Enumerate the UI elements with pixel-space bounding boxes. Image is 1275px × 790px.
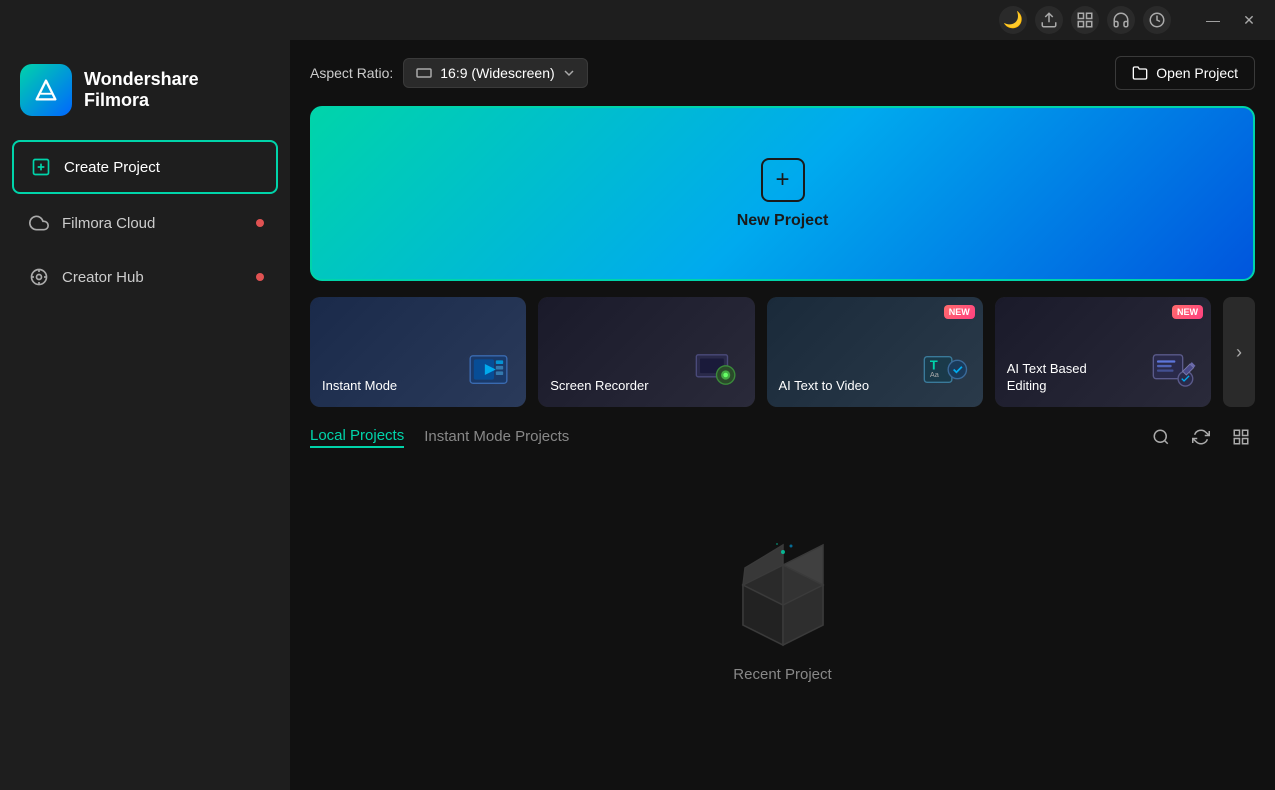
open-project-button[interactable]: Open Project [1115, 56, 1255, 90]
content-area: Aspect Ratio: 16:9 (Widescreen) Open Pro… [290, 40, 1275, 790]
aspect-ratio-label: Aspect Ratio: [310, 65, 393, 81]
projects-header: Local Projects Instant Mode Projects [290, 423, 1275, 463]
aspect-ratio-value: 16:9 (Widescreen) [440, 65, 554, 81]
new-project-label: New Project [737, 212, 829, 230]
projects-tabs: Local Projects Instant Mode Projects [310, 427, 569, 448]
logo-name: Wondershare [84, 69, 199, 90]
minimize-button[interactable]: — [1199, 6, 1227, 34]
cloud-icon [28, 212, 50, 234]
ai-text-to-video-label: AI Text to Video [779, 378, 870, 395]
headset-icon[interactable] [1107, 6, 1135, 34]
screen-recorder-card[interactable]: Screen Recorder [538, 297, 754, 407]
new-project-banner[interactable]: + New Project [310, 106, 1255, 281]
logo-icon [20, 64, 72, 116]
svg-text:Aa: Aa [930, 369, 940, 378]
empty-state: Recent Project [290, 463, 1275, 790]
new-project-plus-icon: + [761, 158, 805, 202]
ai-text-based-editing-card[interactable]: NEW AI Text Based Editing [995, 297, 1211, 407]
empty-box-icon [723, 530, 843, 650]
sidebar-item-filmora-cloud[interactable]: Filmora Cloud [12, 198, 278, 248]
tab-instant-mode-projects[interactable]: Instant Mode Projects [424, 428, 569, 447]
creator-hub-dot [256, 273, 264, 281]
sidebar-item-creator-hub-label: Creator Hub [62, 269, 144, 286]
open-project-label: Open Project [1156, 65, 1238, 81]
ai-text-based-editing-label: AI Text Based Editing [1007, 361, 1107, 395]
filmora-cloud-dot [256, 219, 264, 227]
screen-recorder-icon [687, 339, 747, 399]
content-header: Aspect Ratio: 16:9 (Widescreen) Open Pro… [290, 40, 1275, 106]
ai-text-based-editing-icon [1143, 339, 1203, 399]
carousel-next-arrow[interactable]: › [1223, 297, 1255, 407]
sidebar-item-create-project[interactable]: Create Project [12, 140, 278, 194]
sidebar-item-filmora-cloud-label: Filmora Cloud [62, 215, 155, 232]
quick-actions: Instant Mode Screen Recorder [290, 297, 1275, 423]
sidebar: Wondershare Filmora Create Project [0, 40, 290, 790]
instant-mode-label: Instant Mode [322, 378, 397, 395]
search-button[interactable] [1147, 423, 1175, 451]
main-layout: Wondershare Filmora Create Project [0, 40, 1275, 790]
refresh-button[interactable] [1187, 423, 1215, 451]
upload-icon[interactable] [1035, 6, 1063, 34]
grid-icon[interactable] [1071, 6, 1099, 34]
grid-view-button[interactable] [1227, 423, 1255, 451]
instant-mode-card[interactable]: Instant Mode [310, 297, 526, 407]
ai-text-video-badge: NEW [944, 305, 975, 319]
logo-text: Wondershare Filmora [84, 69, 199, 111]
create-project-icon [30, 156, 52, 178]
projects-section: Local Projects Instant Mode Projects [290, 423, 1275, 790]
logo-sub: Filmora [84, 90, 199, 111]
titlebar: 🌙 — ✕ [0, 0, 1275, 40]
creator-hub-icon [28, 266, 50, 288]
ai-text-to-video-card[interactable]: NEW AI Text to Video T Aa [767, 297, 983, 407]
screen-recorder-label: Screen Recorder [550, 378, 648, 395]
ai-edit-badge: NEW [1172, 305, 1203, 319]
ai-text-to-video-icon: T Aa [915, 339, 975, 399]
tab-local-projects[interactable]: Local Projects [310, 427, 404, 448]
projects-actions [1147, 423, 1255, 451]
timer-icon[interactable] [1143, 6, 1171, 34]
aspect-ratio-selector: Aspect Ratio: 16:9 (Widescreen) [310, 58, 588, 88]
sidebar-nav: Create Project Filmora Cloud [0, 140, 290, 302]
aspect-ratio-dropdown[interactable]: 16:9 (Widescreen) [403, 58, 587, 88]
logo: Wondershare Filmora [0, 56, 290, 140]
close-button[interactable]: ✕ [1235, 6, 1263, 34]
recent-project-label: Recent Project [733, 666, 831, 683]
instant-mode-icon [458, 339, 518, 399]
theme-icon[interactable]: 🌙 [999, 6, 1027, 34]
sidebar-item-creator-hub[interactable]: Creator Hub [12, 252, 278, 302]
sidebar-item-create-project-label: Create Project [64, 159, 160, 176]
